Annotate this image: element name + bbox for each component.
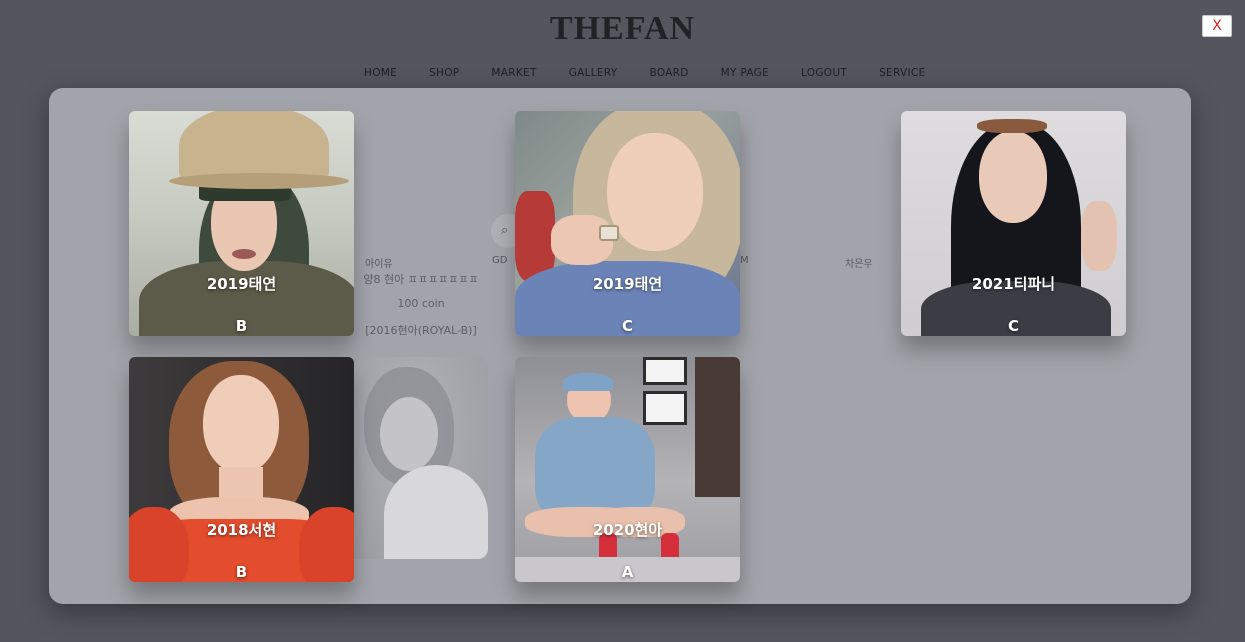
nav-service[interactable]: SERVICE	[863, 67, 941, 79]
bg-category-iu: 아이유	[365, 259, 393, 270]
card-name: 2018서현	[206, 521, 277, 539]
card-modal: 아이유 GD M 차은우 ⌕ 양8 현아 ㅍㅍㅍㅍㅍㅍㅍ 100 coin [2…	[49, 88, 1191, 604]
bg-product-price: 100 coin	[397, 297, 445, 310]
photo-denim-crouch-icon	[515, 357, 740, 582]
bg-product-image	[354, 357, 488, 559]
card-name: 2019태연	[592, 275, 663, 293]
nav-shop[interactable]: SHOP	[413, 67, 475, 79]
photo-red-dress-icon	[129, 357, 354, 582]
bg-product-code: [2016현아(ROYAL-B)]	[365, 324, 477, 337]
bg-category-gd: GD	[492, 255, 508, 266]
card-grade: B	[235, 317, 248, 335]
card-grade: B	[235, 563, 248, 581]
main-nav: HOME SHOP MARKET GALLERY BOARD MY PAGE L…	[348, 67, 941, 79]
site-logo[interactable]: THEFAN	[0, 10, 1245, 48]
nav-market[interactable]: MARKET	[475, 67, 552, 79]
nav-my-page[interactable]: MY PAGE	[705, 67, 785, 79]
card-4[interactable]: 2018서현 B	[129, 357, 354, 582]
bg-category-chaeunwoo: 차은우	[845, 259, 873, 270]
card-1[interactable]: 2019태연 B	[129, 111, 354, 336]
nav-gallery[interactable]: GALLERY	[553, 67, 634, 79]
nav-home[interactable]: HOME	[348, 67, 413, 79]
card-grade: C	[1007, 317, 1019, 335]
card-3[interactable]: 2021티파니 C	[901, 111, 1126, 336]
card-5[interactable]: 2020현아 A	[515, 357, 740, 582]
close-button[interactable]: X	[1202, 15, 1232, 37]
card-name: 2019태연	[206, 275, 277, 293]
photo-blonde-smile-icon	[515, 111, 740, 336]
nav-board[interactable]: BOARD	[634, 67, 705, 79]
card-grade: A	[621, 563, 634, 581]
card-2[interactable]: 2019태연 C	[515, 111, 740, 336]
bg-category-m: M	[740, 255, 749, 266]
card-name: 2020현아	[592, 521, 663, 539]
photo-dark-hair-icon	[901, 111, 1126, 336]
card-grade: C	[621, 317, 633, 335]
bg-product-title: 양8 현아 ㅍㅍㅍㅍㅍㅍㅍ	[363, 273, 479, 286]
photo-girl-cap-icon	[129, 111, 354, 336]
card-name: 2021티파니	[971, 275, 1056, 293]
nav-logout[interactable]: LOGOUT	[785, 67, 863, 79]
